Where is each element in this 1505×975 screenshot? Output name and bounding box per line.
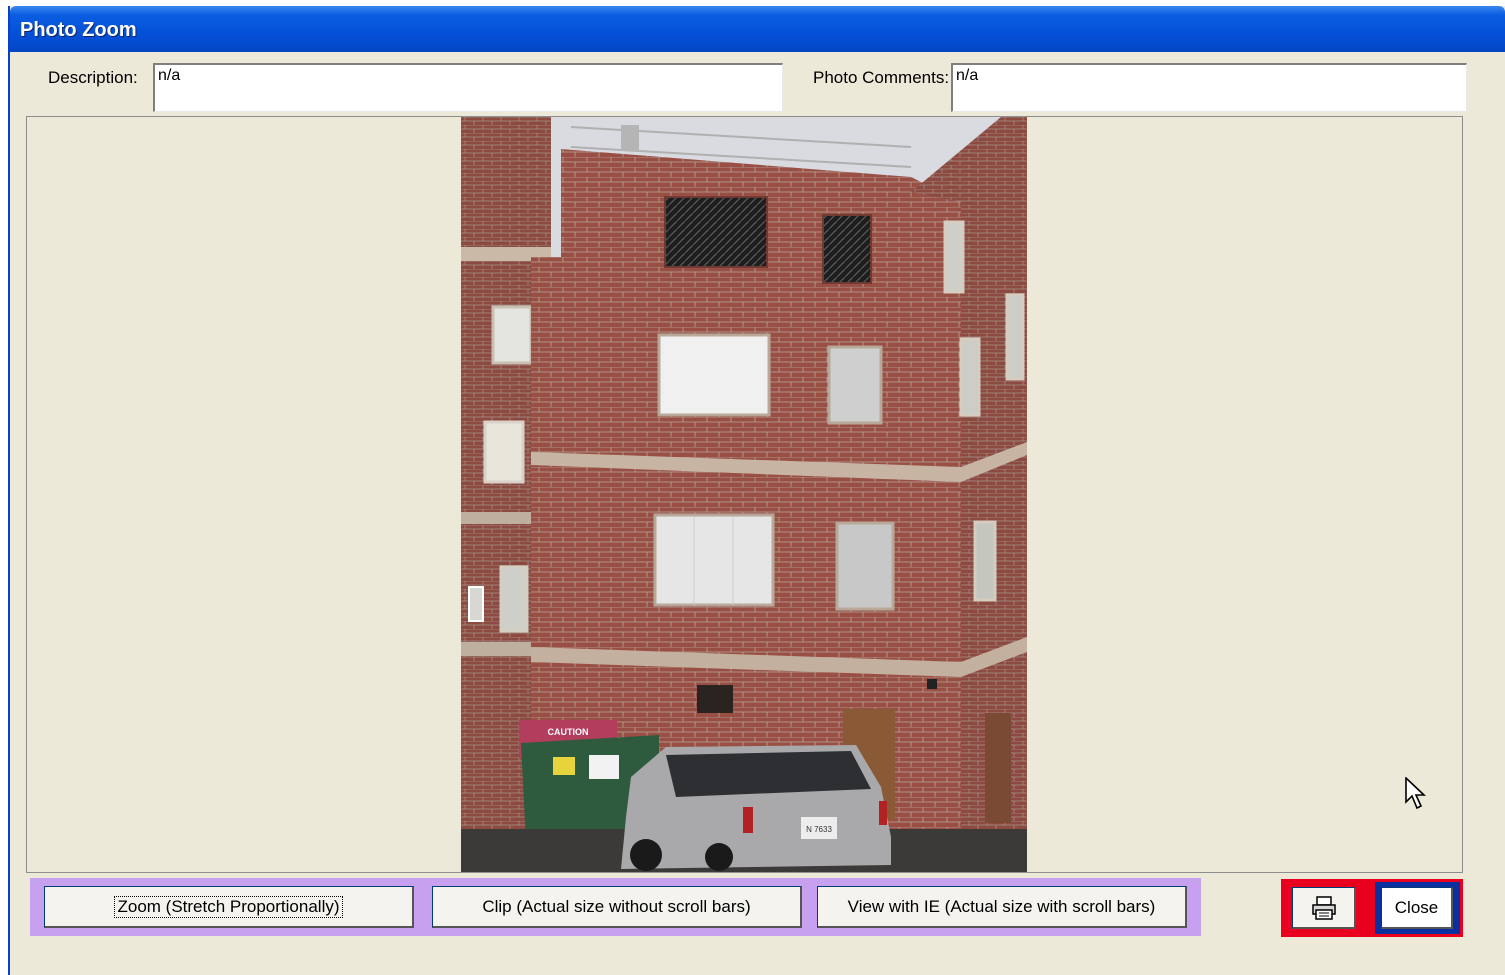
window-title: Photo Zoom: [20, 19, 137, 41]
view-mode-button-group: Zoom (Stretch Proportionally) Clip (Actu…: [30, 878, 1201, 936]
photo-zoom-window: Photo Zoom Description: n/a Photo Commen…: [8, 6, 1505, 975]
close-button[interactable]: Close: [1381, 887, 1453, 929]
zoom-stretch-label: Zoom (Stretch Proportionally): [114, 895, 343, 918]
photo-comments-label: Photo Comments:: [813, 68, 950, 87]
clip-actual-size-button[interactable]: Clip (Actual size without scroll bars): [432, 886, 802, 928]
mouse-pointer-icon: [1405, 777, 1427, 810]
photo-viewer[interactable]: CAUTION N 7633: [26, 116, 1463, 873]
caution-sign-text: CAUTION: [548, 727, 589, 737]
printer-icon: [1311, 895, 1336, 920]
license-plate-text: N 7633: [806, 825, 832, 834]
view-with-ie-button[interactable]: View with IE (Actual size with scroll ba…: [817, 886, 1187, 928]
print-button-highlight: [1281, 879, 1375, 937]
building-photo: CAUTION N 7633: [461, 117, 1027, 872]
zoom-stretch-button[interactable]: Zoom (Stretch Proportionally): [44, 886, 414, 928]
print-button[interactable]: [1292, 887, 1356, 929]
photo-comments-field[interactable]: n/a: [951, 63, 1467, 112]
description-field[interactable]: n/a: [153, 63, 783, 112]
close-button-highlight: Close: [1375, 879, 1463, 937]
description-label: Description:: [48, 68, 138, 87]
title-bar[interactable]: Photo Zoom: [10, 6, 1505, 52]
